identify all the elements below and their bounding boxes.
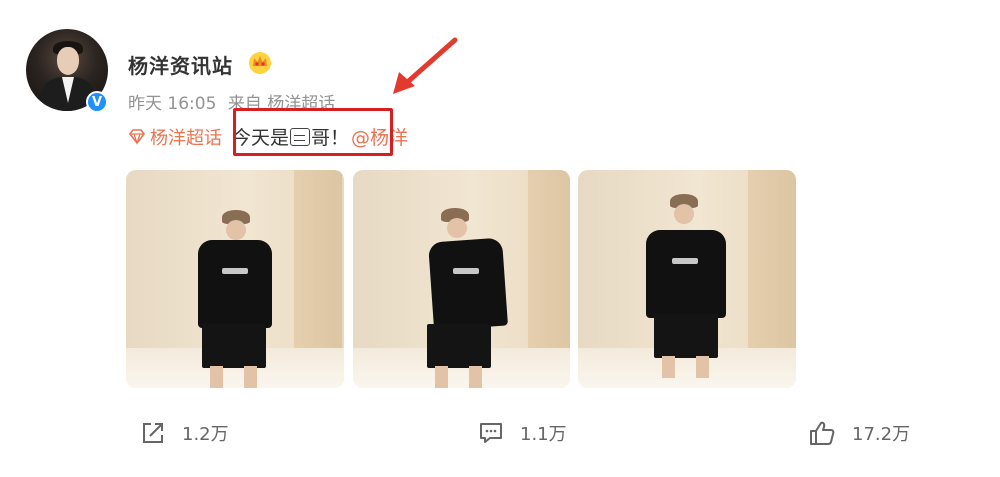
vip-crown-icon[interactable] bbox=[247, 50, 273, 74]
highlight-box bbox=[233, 108, 393, 156]
like-icon bbox=[810, 421, 835, 445]
comment-button[interactable]: 1.1万 bbox=[478, 420, 567, 446]
share-count: 1.2万 bbox=[182, 424, 229, 445]
share-icon bbox=[143, 423, 163, 443]
photo-3[interactable] bbox=[578, 170, 796, 388]
post-time[interactable]: 昨天 16:05 bbox=[128, 94, 216, 114]
comment-icon bbox=[480, 423, 502, 443]
share-button[interactable]: 1.2万 bbox=[140, 420, 229, 446]
topic-link[interactable]: 杨洋超话 bbox=[128, 124, 222, 150]
like-count: 17.2万 bbox=[852, 424, 911, 445]
diamond-topic-icon bbox=[128, 128, 146, 145]
verified-badge-icon: V bbox=[86, 91, 108, 113]
author-name[interactable]: 杨洋资讯站 bbox=[128, 50, 233, 79]
annotation-arrow-icon bbox=[393, 37, 458, 94]
photo-2[interactable] bbox=[353, 170, 570, 388]
action-bar: 1.2万 1.1万 17.2万 bbox=[0, 420, 1000, 456]
photo-1[interactable] bbox=[126, 170, 344, 388]
topic-label: 杨洋超话 bbox=[150, 127, 222, 149]
like-button[interactable]: 17.2万 bbox=[808, 420, 910, 446]
comment-count: 1.1万 bbox=[520, 424, 567, 445]
